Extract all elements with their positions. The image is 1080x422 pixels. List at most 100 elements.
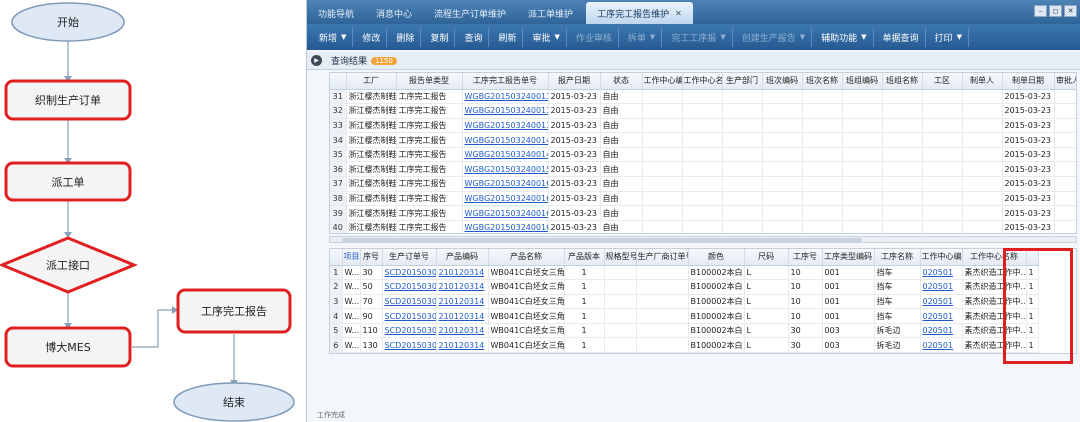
column-header[interactable]: 工作中心编码 (920, 249, 963, 266)
cell-link[interactable]: WGBG20150324001664 (462, 205, 549, 221)
table-row[interactable]: 4W...90SCD20150308000210120314WB041C白坯女三… (330, 308, 1039, 324)
toolbar-button[interactable]: 刷新 (492, 27, 524, 47)
cell-link[interactable]: 210120314 (436, 294, 489, 310)
cell-link[interactable]: SCD20150308000 (382, 294, 437, 310)
toolbar-button[interactable]: 删除 (390, 27, 422, 47)
column-header[interactable] (1026, 249, 1039, 266)
column-header[interactable]: 工作中心编码 (642, 73, 683, 90)
table-row[interactable]: 35浙江樱杰制鞋...工序完工报告WGBG201503240014992015-… (330, 147, 1076, 163)
column-header[interactable]: 产品名称 (488, 249, 565, 266)
cell-link[interactable]: 210120314 (436, 308, 489, 324)
cell-link[interactable]: WGBG20150324001682 (462, 220, 549, 233)
column-header[interactable]: 工作中心名称 (682, 73, 723, 90)
cell-link[interactable]: SCD20150308000 (382, 308, 437, 324)
column-header[interactable]: 产品版本 (564, 249, 605, 266)
table-row[interactable]: 32浙江樱杰制鞋...工序完工报告WGBG201503240013642015-… (330, 103, 1076, 119)
column-header[interactable]: 制单人 (962, 73, 1003, 90)
cell-link[interactable]: WGBG20150324001578 (462, 161, 549, 178)
cell-link[interactable]: 020501 (920, 308, 963, 324)
chevron-down-icon[interactable]: ▼ (957, 33, 962, 41)
chevron-down-icon[interactable]: ▼ (341, 33, 346, 41)
table-row[interactable]: 36浙江樱杰制鞋...工序完工报告WGBG201503240015782015-… (330, 161, 1076, 178)
table-row[interactable]: 38浙江樱杰制鞋...工序完工报告WGBG201503240016612015-… (330, 191, 1076, 207)
tab-production-order[interactable]: 流程生产订单维护 (423, 2, 517, 24)
column-header[interactable]: 生产订单号 (382, 249, 437, 266)
table-row[interactable]: 3W...70SCD20150308000210120314WB041C白坯女三… (330, 294, 1039, 310)
toolbar-button[interactable]: 辅助功能 ▼ (815, 27, 874, 47)
column-header[interactable] (330, 73, 347, 90)
column-header[interactable]: 工序名称 (874, 249, 921, 266)
column-header[interactable]: 颜色 (688, 249, 745, 266)
horizontal-scrollbar[interactable] (329, 236, 1077, 243)
table-row[interactable]: 39浙江樱杰制鞋...工序完工报告WGBG201503240016642015-… (330, 205, 1076, 221)
chevron-down-icon[interactable]: ▼ (650, 33, 655, 41)
column-header[interactable]: 生产部门 (722, 73, 763, 90)
column-header[interactable]: 制单日期 (1002, 73, 1055, 90)
column-header[interactable]: 生产厂商订单号 (636, 249, 689, 266)
chevron-down-icon[interactable]: ▼ (720, 33, 725, 41)
tab-dispatch[interactable]: 派工单维护 (517, 2, 584, 24)
toolbar-button[interactable]: 新增 ▼ (313, 27, 354, 47)
toolbar-button[interactable]: 审批 ▼ (526, 27, 567, 47)
cell-link[interactable]: 210120314 (436, 265, 489, 281)
column-header[interactable]: 工序类型编码 (822, 249, 875, 266)
tab-nav[interactable]: 功能导航 (307, 2, 365, 24)
column-header[interactable]: 班组名称 (882, 73, 923, 90)
column-header[interactable]: 班次名称 (802, 73, 843, 90)
column-header[interactable]: 尺码 (744, 249, 789, 266)
table-row[interactable]: 2W...50SCD20150308000210120314WB041C白坯女三… (330, 279, 1039, 295)
column-header[interactable]: 工序完工报告单号 (462, 73, 549, 90)
column-header[interactable]: 工区 (922, 73, 963, 90)
cell-link[interactable]: WGBG20150324001661 (462, 191, 549, 207)
column-header[interactable]: 审批人 (1054, 73, 1076, 90)
cell-link[interactable]: SCD20150308000 (382, 265, 437, 281)
cell-link[interactable]: WGBG20150324001361 (462, 89, 549, 105)
cell-link[interactable]: SCD20150308000 (382, 337, 437, 353)
column-header[interactable]: 工厂 (346, 73, 397, 90)
chevron-down-icon[interactable]: ▼ (555, 33, 560, 41)
table-row[interactable]: 33浙江樱杰制鞋...工序完工报告WGBG201503240013822015-… (330, 118, 1076, 134)
toolbar-button[interactable]: 打印 ▼ (929, 27, 969, 47)
close-icon[interactable]: ✕ (675, 9, 682, 18)
cell-link[interactable]: 210120314 (436, 323, 489, 339)
cell-link[interactable]: WGBG20150324001654 (462, 176, 549, 192)
table-row[interactable]: 40浙江樱杰制鞋...工序完工报告WGBG201503240016822015-… (330, 220, 1076, 233)
cell-link[interactable]: 210120314 (436, 279, 489, 295)
cell-link[interactable]: WGBG20150324001450 (462, 132, 549, 148)
cell-link[interactable]: WGBG20150324001499 (462, 147, 549, 163)
cell-link[interactable]: SCD20150308000 (382, 323, 437, 339)
collapse-icon[interactable]: ▶ (311, 55, 322, 66)
cell-link[interactable]: 020501 (920, 323, 963, 339)
cell-link[interactable]: 210120314 (436, 337, 489, 353)
column-header[interactable]: 产品编码 (436, 249, 489, 266)
column-header[interactable]: 状态 (600, 73, 643, 90)
table-row[interactable]: 5W...110SCD20150308000210120314WB041C白坯女… (330, 323, 1039, 339)
tab-completion-report[interactable]: 工序完工报告维护 ✕ (586, 2, 693, 24)
toolbar-button[interactable]: 单据查询 (877, 27, 926, 47)
cell-link[interactable]: 020501 (920, 294, 963, 310)
close-window-icon[interactable]: ✕ (1064, 5, 1077, 17)
table-row[interactable]: 37浙江樱杰制鞋...工序完工报告WGBG201503240016542015-… (330, 176, 1076, 192)
scrollbar-thumb[interactable] (342, 238, 862, 242)
column-header[interactable]: 报告单类型 (396, 73, 463, 90)
column-header[interactable]: 班组编码 (842, 73, 883, 90)
toolbar-button[interactable]: 修改 (356, 27, 388, 47)
restore-icon[interactable]: ◻ (1049, 5, 1062, 17)
table-row[interactable]: 1W...30SCD20150308000210120314WB041C白坯女三… (330, 265, 1039, 281)
tab-messages[interactable]: 消息中心 (365, 2, 423, 24)
chevron-down-icon[interactable]: ▼ (800, 33, 805, 41)
minimize-icon[interactable]: – (1034, 5, 1047, 17)
column-header[interactable]: 报产日期 (548, 73, 601, 90)
cell-link[interactable]: 020501 (920, 279, 963, 295)
chevron-down-icon[interactable]: ▼ (861, 33, 866, 41)
table-row[interactable]: 31浙江樱杰制鞋...工序完工报告WGBG201503240013612015-… (330, 89, 1076, 105)
table-row[interactable]: 6W...130SCD20150308000210120314WB041C白坯女… (330, 337, 1039, 353)
toolbar-button[interactable]: 复制 (424, 27, 456, 47)
cell-link[interactable]: 020501 (920, 265, 963, 281)
toolbar-button[interactable]: 查询 (458, 27, 490, 47)
column-header[interactable]: 班次编码 (762, 73, 803, 90)
cell-link[interactable]: WGBG20150324001382 (462, 118, 549, 134)
column-header[interactable]: 工序号 (788, 249, 823, 266)
column-header[interactable] (330, 249, 343, 266)
column-header[interactable]: 序号 (360, 249, 383, 266)
